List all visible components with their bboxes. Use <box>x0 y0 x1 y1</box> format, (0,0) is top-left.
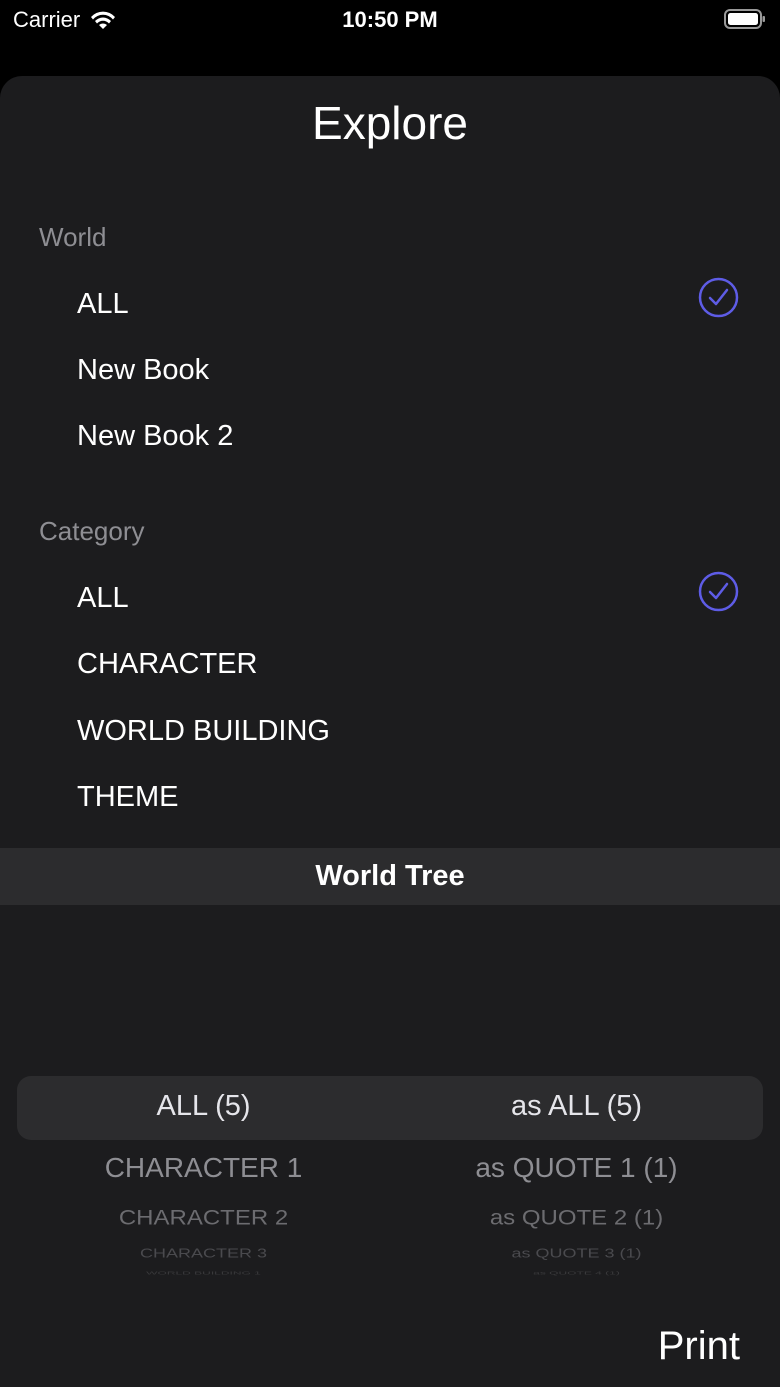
picker-item[interactable]: as QUOTE 1 (1) <box>390 1152 763 1184</box>
status-time: 10:50 PM <box>342 7 438 32</box>
category-item-character[interactable]: CHARACTER <box>77 648 257 681</box>
world-item-new-book-2[interactable]: New Book 2 <box>77 420 233 453</box>
category-item-world-building[interactable]: WORLD BUILDING <box>77 715 330 748</box>
picker-item[interactable]: as QUOTE 4 (1) <box>390 1270 763 1276</box>
world-tree-header[interactable]: World Tree <box>0 848 780 905</box>
picker-item[interactable]: as QUOTE 3 (1) <box>390 1246 763 1261</box>
picker-item[interactable]: CHARACTER 3 <box>17 1246 390 1261</box>
picker-item[interactable]: WORLD BUILDING 1 <box>17 1270 390 1276</box>
picker-wheel[interactable]: ALL (5) CHARACTER 1 CHARACTER 2 CHARACTE… <box>0 1076 780 1276</box>
picker-item[interactable]: as QUOTE 2 (1) <box>390 1205 763 1230</box>
battery-icon <box>724 9 765 29</box>
status-bar: Carrier 10:50 PM <box>0 0 780 40</box>
world-item-all[interactable]: ALL <box>77 288 129 321</box>
world-section-header: World <box>39 222 107 252</box>
world-item-new-book[interactable]: New Book <box>77 354 209 387</box>
picker-item[interactable]: as ALL (5) <box>390 1090 763 1123</box>
category-item-all[interactable]: ALL <box>77 582 129 615</box>
picker-item[interactable]: CHARACTER 1 <box>17 1152 390 1184</box>
explore-sheet: Explore World ALL New Book New Book 2 Ca… <box>0 76 780 1387</box>
page-title: Explore <box>312 97 468 149</box>
category-item-theme[interactable]: THEME <box>77 781 179 814</box>
picker-item[interactable]: CHARACTER 2 <box>17 1205 390 1230</box>
category-section-header: Category <box>39 516 145 546</box>
checkmark-circle-icon <box>698 571 739 612</box>
print-button[interactable]: Print <box>658 1324 740 1369</box>
picker-item[interactable]: ALL (5) <box>17 1090 390 1123</box>
checkmark-circle-icon <box>698 277 739 318</box>
